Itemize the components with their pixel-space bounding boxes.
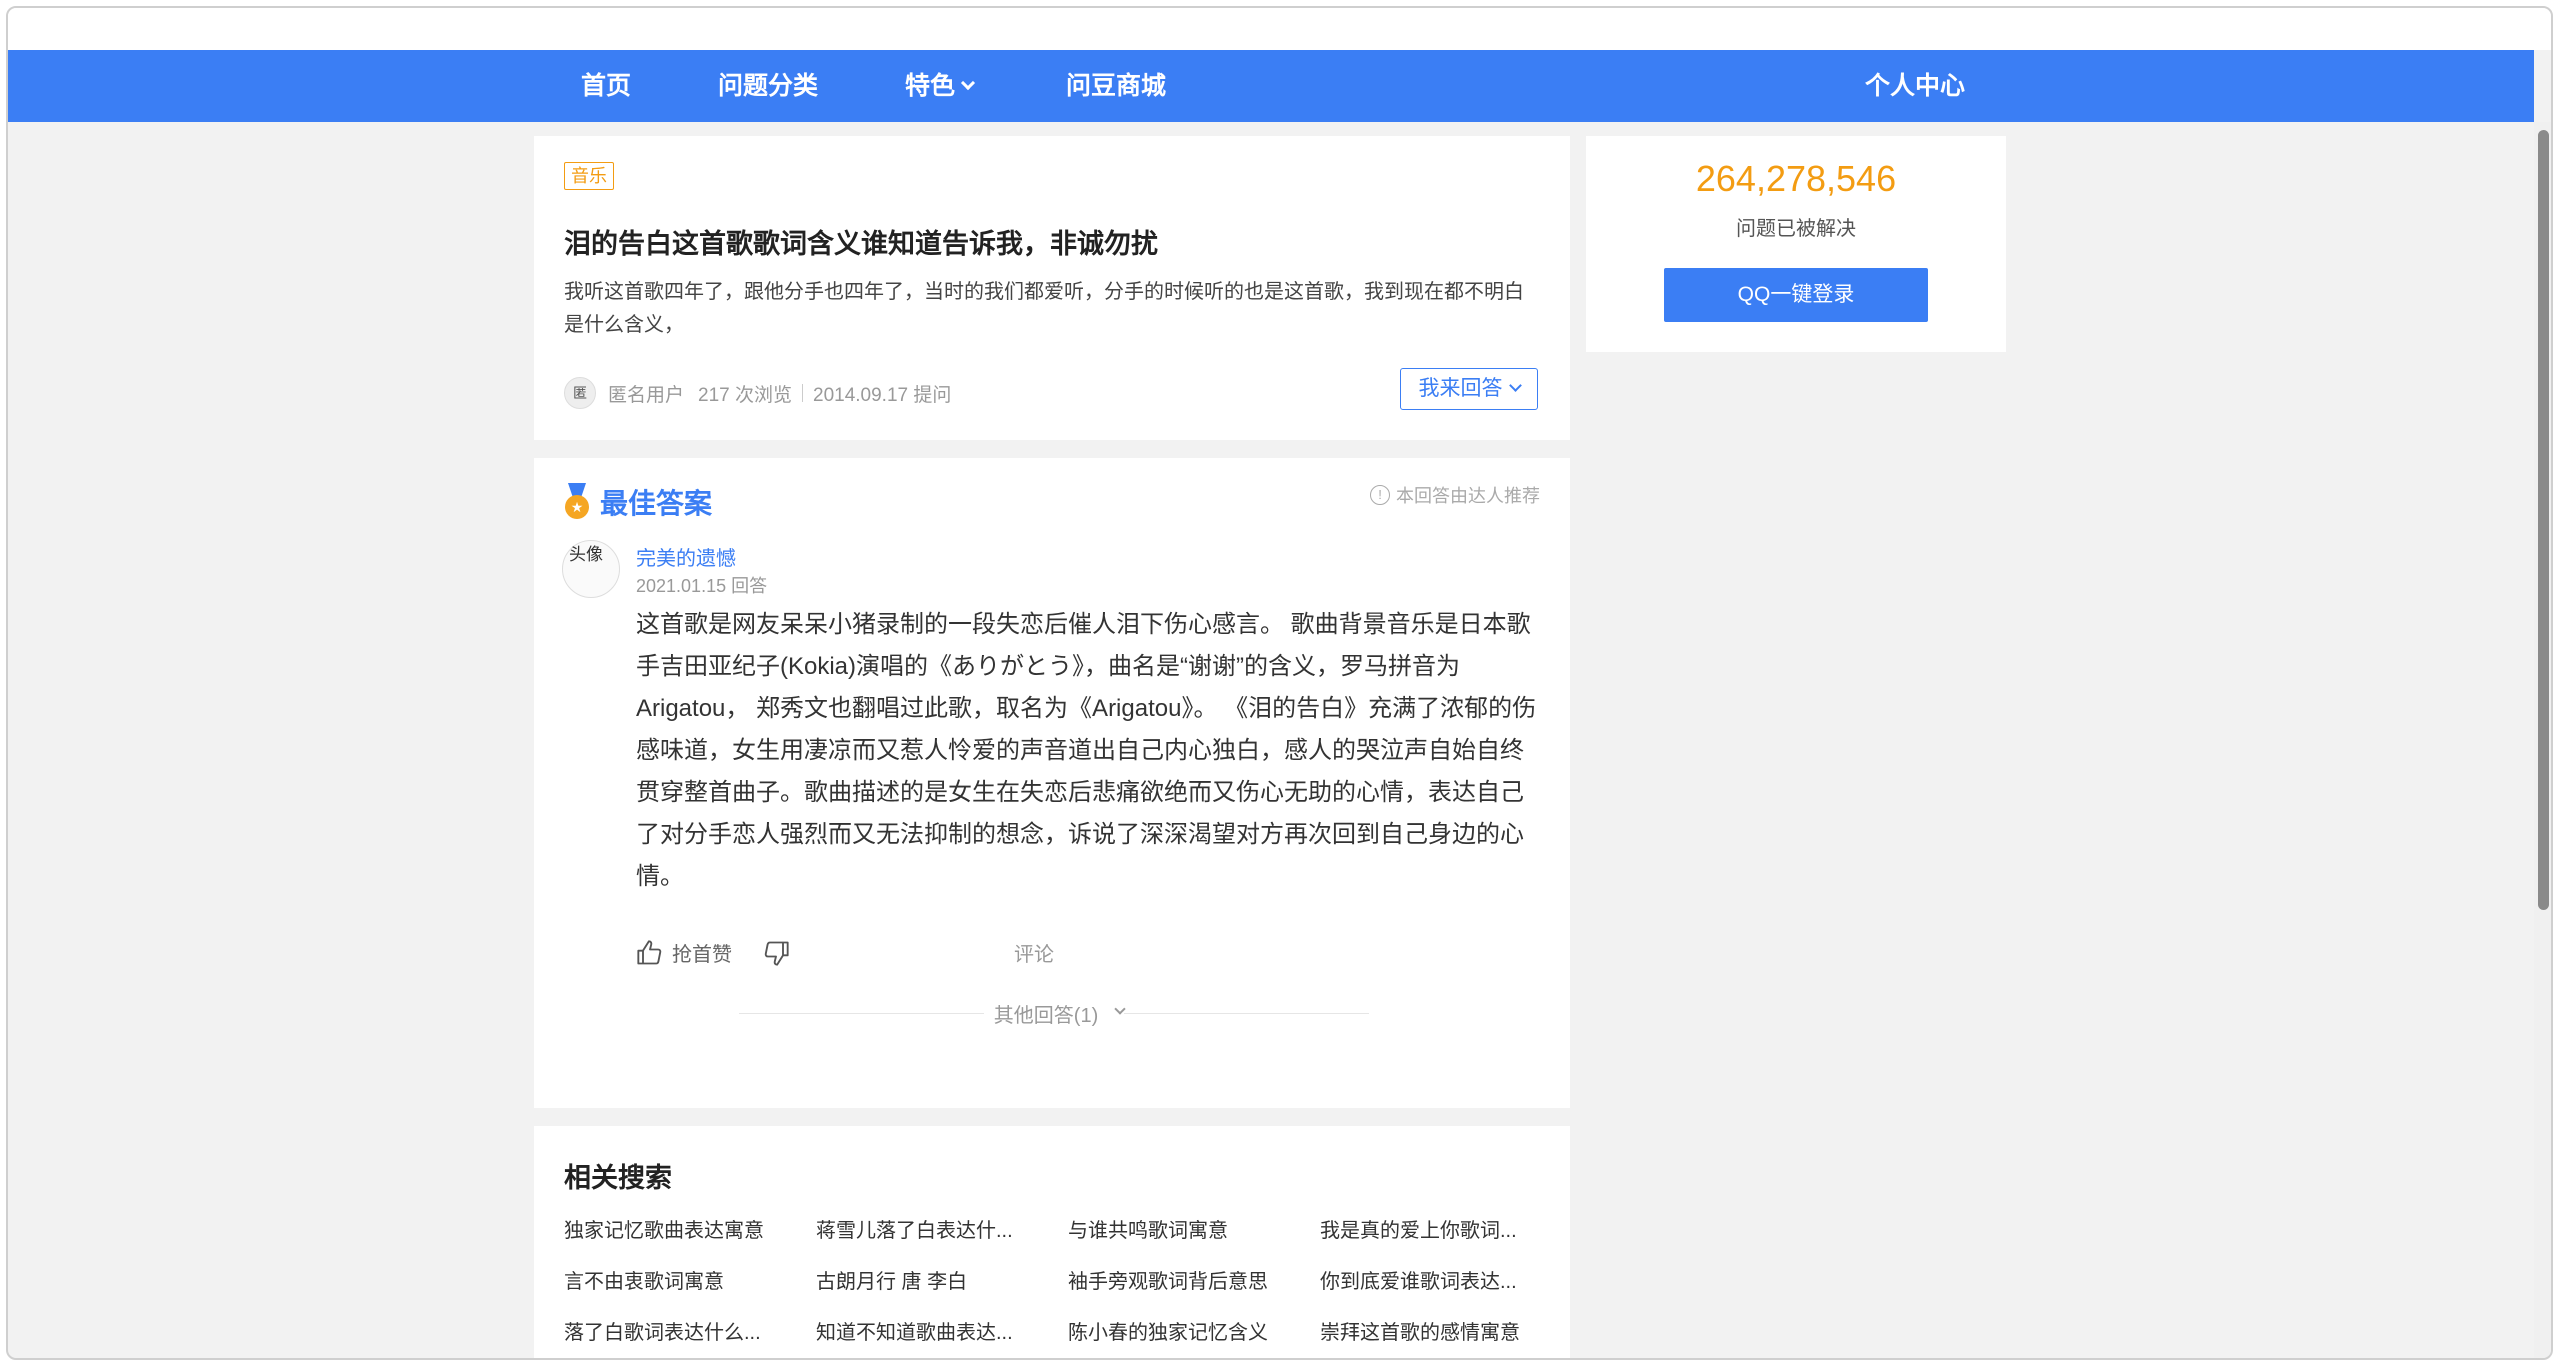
info-icon: !	[1370, 485, 1390, 505]
thumbs-up-icon[interactable]	[636, 939, 664, 967]
solved-count-label: 问题已被解决	[1736, 218, 1856, 240]
related-item[interactable]: 独家记忆歌曲表达寓意	[564, 1214, 816, 1249]
related-item[interactable]: 袖手旁观歌词背后意思	[1068, 1265, 1320, 1300]
avatar[interactable]: 头像	[562, 540, 620, 598]
nav-featured[interactable]: 特色	[905, 50, 976, 122]
best-answer-header: ★ 最佳答案	[562, 482, 712, 522]
best-answer-card: ★ 最佳答案 ! 本回答由达人推荐 头像 完美的遗憾 2021.01.15 回答…	[534, 458, 1570, 1108]
related-item[interactable]: 你到底爱谁歌词表达...	[1320, 1265, 1572, 1300]
answer-body: 这首歌是网友呆呆小猪录制的一段失恋后催人泪下伤心感言。 歌曲背景音乐是日本歌手吉…	[636, 611, 1537, 890]
chevron-down-icon	[1508, 379, 1522, 392]
nav-mall[interactable]: 问豆商城	[1066, 50, 1166, 122]
related-item[interactable]: 与谁共鸣歌词寓意	[1068, 1214, 1320, 1249]
scrollbar[interactable]	[2534, 122, 2551, 1358]
question-date: 2014.09.17 提问	[813, 384, 952, 406]
qq-login-button[interactable]: QQ一键登录	[1664, 268, 1928, 322]
answer-date: 2021.01.15 回答	[636, 576, 768, 596]
like-label[interactable]: 抢首赞	[672, 938, 732, 967]
related-item[interactable]: 古朗月行 唐 李白	[816, 1265, 1068, 1300]
recommend-text: 本回答由达人推荐	[1396, 486, 1540, 506]
nav-categories[interactable]: 问题分类	[718, 50, 818, 122]
related-item[interactable]: 陈小春的独家记忆含义	[1068, 1316, 1320, 1351]
recommend-note: ! 本回答由达人推荐	[1370, 482, 1540, 508]
related-title: 相关搜索	[564, 1163, 672, 1193]
top-nav: 首页 问题分类 特色 问豆商城 个人中心	[8, 50, 2534, 122]
best-answer-title: 最佳答案	[600, 488, 713, 519]
category-tag[interactable]: 音乐	[564, 162, 614, 190]
view-count: 217 次浏览	[698, 384, 792, 406]
answer-button-label: 我来回答	[1418, 377, 1503, 400]
answerer-name[interactable]: 完美的遗憾	[636, 542, 736, 571]
question-card: 音乐 泪的告白这首歌歌词含义谁知道告诉我，非诚勿扰 我听这首歌四年了，跟他分手也…	[534, 136, 1570, 440]
chevron-down-icon	[1114, 1003, 1126, 1015]
author-name: 匿名用户	[608, 384, 685, 406]
anonymous-avatar-icon: 匿	[564, 377, 596, 409]
related-item[interactable]: 蒋雪儿落了白表达什...	[816, 1214, 1068, 1249]
related-item[interactable]: 崇拜这首歌的感情寓意	[1320, 1316, 1572, 1351]
other-answers-toggle[interactable]: 其他回答(1)	[739, 998, 1369, 1028]
stats-card: 264,278,546 问题已被解决 QQ一键登录	[1586, 136, 2006, 352]
solved-count: 264,278,546	[1695, 158, 1897, 199]
thumbs-down-icon[interactable]	[762, 939, 790, 967]
divider	[802, 384, 803, 402]
related-item[interactable]: 我是真的爱上你歌词...	[1320, 1214, 1572, 1249]
other-answers-label: 其他回答(1)	[993, 1004, 1099, 1027]
nav-featured-label: 特色	[905, 72, 956, 100]
nav-home[interactable]: 首页	[581, 50, 631, 122]
comment-button[interactable]: 评论	[1014, 938, 1054, 967]
nav-profile[interactable]: 个人中心	[1865, 50, 1965, 122]
related-searches-card: 相关搜索 独家记忆歌曲表达寓意 蒋雪儿落了白表达什... 与谁共鸣歌词寓意 我是…	[534, 1126, 1570, 1358]
question-title: 泪的告白这首歌歌词含义谁知道告诉我，非诚勿扰	[564, 229, 1158, 259]
related-item[interactable]: 落了白歌词表达什么...	[564, 1316, 816, 1351]
answer-button[interactable]: 我来回答	[1400, 368, 1538, 410]
related-item[interactable]: 言不由衷歌词寓意	[564, 1265, 816, 1300]
scrollbar-thumb[interactable]	[2538, 130, 2549, 910]
question-description: 我听这首歌四年了，跟他分手也四年了，当时的我们都爱听，分手的时候听的也是这首歌，…	[564, 281, 1524, 336]
medal-icon: ★	[562, 483, 592, 521]
chevron-down-icon	[960, 75, 976, 91]
top-strip	[8, 8, 2551, 50]
related-list: 独家记忆歌曲表达寓意 蒋雪儿落了白表达什... 与谁共鸣歌词寓意 我是真的爱上你…	[564, 1214, 1564, 1351]
answer-actions: 抢首赞	[636, 938, 798, 967]
question-meta: 匿 匿名用户 217 次浏览 2014.09.17 提问	[564, 376, 951, 410]
browser-window: 首页 问题分类 特色 问豆商城 个人中心 音乐 泪的告白这首歌歌词含义谁知道告诉…	[6, 6, 2553, 1360]
related-item[interactable]: 知道不知道歌曲表达...	[816, 1316, 1068, 1351]
